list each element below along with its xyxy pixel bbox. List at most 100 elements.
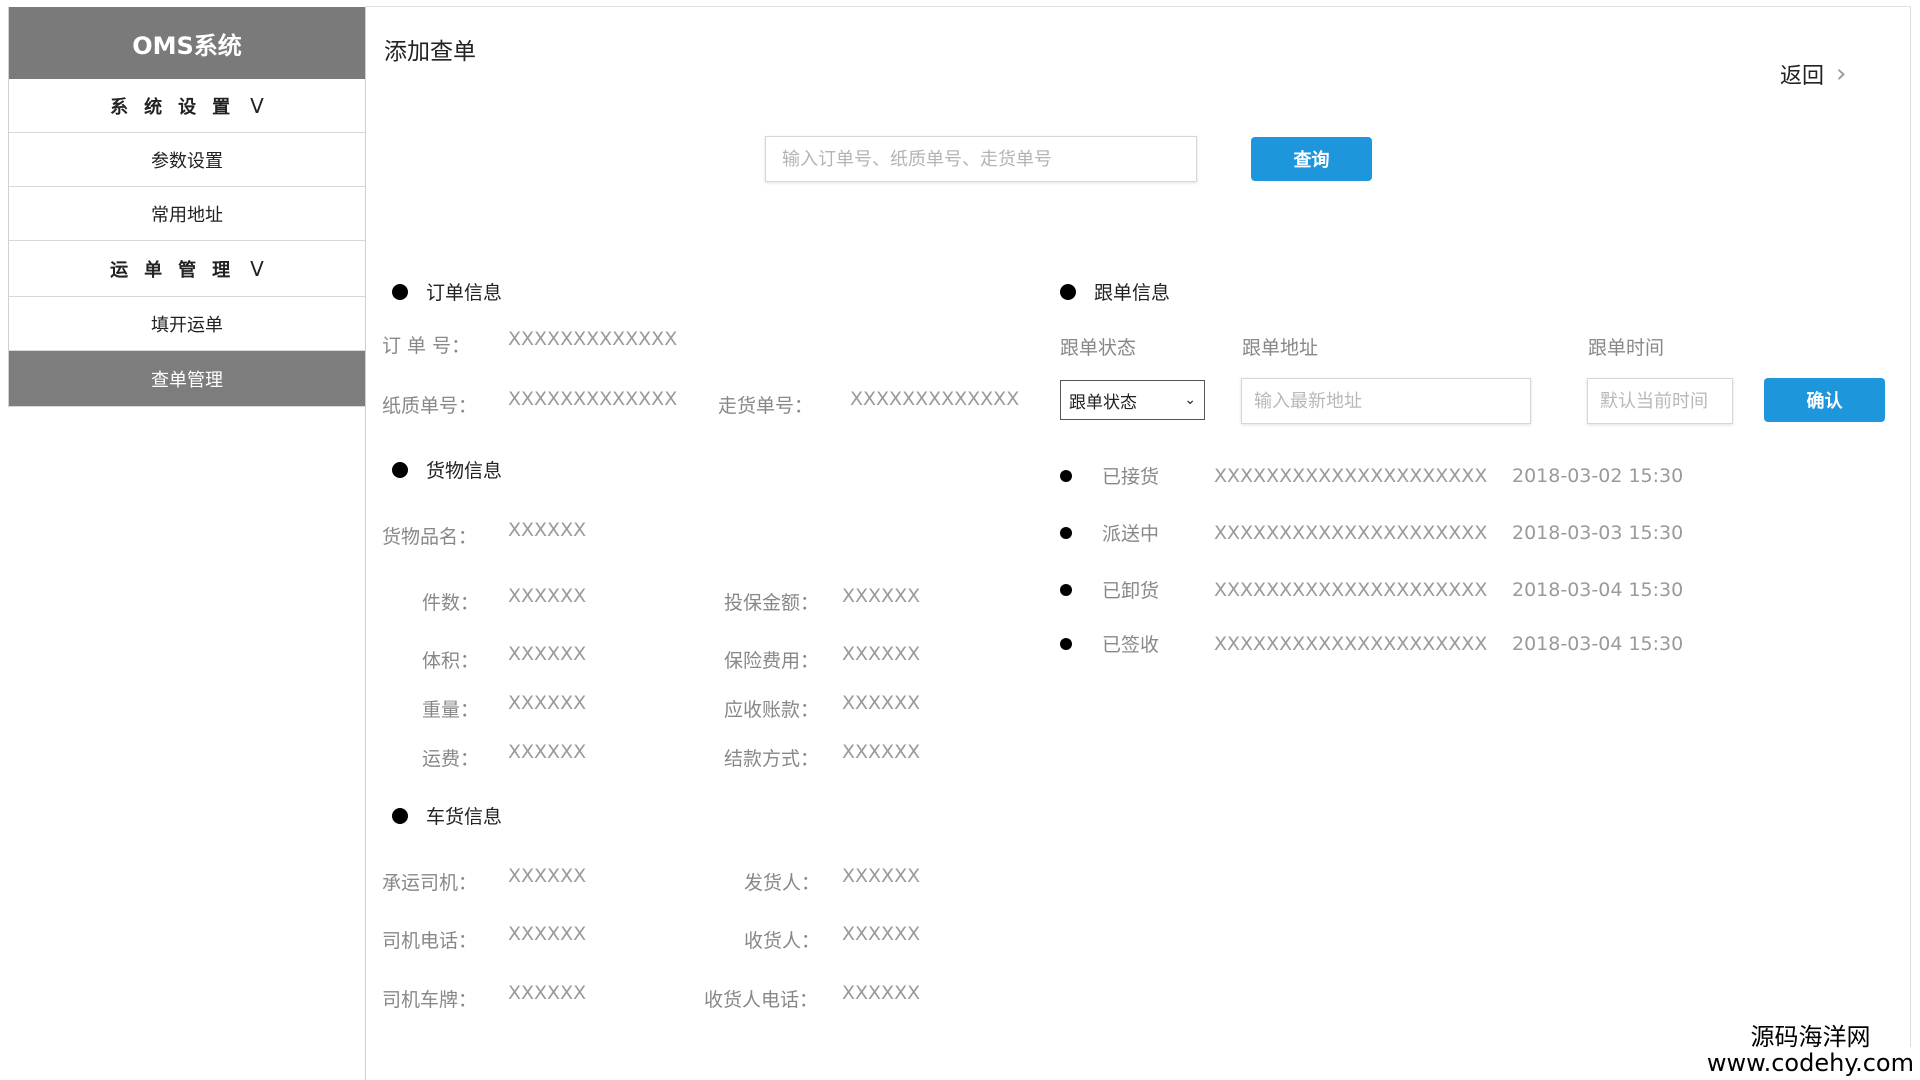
sidebar-item-label: 运单管理 xyxy=(110,259,247,281)
freight-no-value: XXXXXXXXXXXXX xyxy=(850,388,1020,410)
bullet-icon xyxy=(392,283,408,300)
tracking-info-heading: 跟单信息 xyxy=(1060,278,1170,305)
bullet-icon xyxy=(392,807,408,824)
receivable-value: XXXXXX xyxy=(842,692,921,714)
bullet-icon xyxy=(392,461,408,478)
query-button[interactable]: 查询 xyxy=(1251,137,1372,181)
section-title: 订单信息 xyxy=(426,282,503,304)
insurance-fee-label: 保险费用： xyxy=(724,650,820,672)
consignee-value: XXXXXX xyxy=(842,923,921,945)
chevron-down-icon: V xyxy=(250,93,264,118)
tracking-address-input[interactable] xyxy=(1241,378,1531,424)
paper-no-label: 纸质单号： xyxy=(382,395,478,417)
insured-amount-value: XXXXXX xyxy=(842,585,921,607)
content-left-border xyxy=(365,7,366,1080)
watermark-line2: www.codehy.com xyxy=(1706,1049,1914,1077)
plate-value: XXXXXX xyxy=(508,982,587,1004)
order-no-value: XXXXXXXXXXXXX xyxy=(508,328,678,350)
tracking-address: XXXXXXXXXXXXXXXXXXXXX xyxy=(1214,464,1488,487)
chevron-down-icon: ⌄ xyxy=(1184,392,1196,408)
back-button[interactable]: 返回 › xyxy=(1780,58,1846,90)
tracking-address-column-label: 跟单地址 xyxy=(1242,337,1319,359)
tracking-status: 派送中 xyxy=(1102,523,1160,545)
driver-value: XXXXXX xyxy=(508,865,587,887)
tracking-time-input[interactable] xyxy=(1587,378,1733,424)
tracking-address: XXXXXXXXXXXXXXXXXXXXX xyxy=(1214,632,1488,655)
sidebar-group-system-settings[interactable]: 系统设置 V xyxy=(9,79,365,133)
consignee-label: 收货人： xyxy=(744,930,821,952)
goods-name-label: 货物品名： xyxy=(382,526,478,548)
vehicle-info-heading: 车货信息 xyxy=(392,802,502,829)
consignee-phone-value: XXXXXX xyxy=(842,982,921,1004)
freight-no-label: 走货单号： xyxy=(718,395,814,417)
shipper-value: XXXXXX xyxy=(842,865,921,887)
goods-info-heading: 货物信息 xyxy=(392,456,502,483)
section-title: 车货信息 xyxy=(426,806,503,828)
volume-label: 体积： xyxy=(422,650,480,672)
page-title: 添加查单 xyxy=(384,39,476,65)
tracking-status: 已签收 xyxy=(1102,634,1160,656)
order-info-heading: 订单信息 xyxy=(392,278,502,305)
driver-label: 承运司机： xyxy=(382,872,478,894)
tracking-status-column-label: 跟单状态 xyxy=(1060,337,1137,359)
paper-no-value: XXXXXXXXXXXXX xyxy=(508,388,678,410)
freight-fee-label: 运费： xyxy=(422,748,480,770)
section-title: 跟单信息 xyxy=(1094,282,1171,304)
tracking-address: XXXXXXXXXXXXXXXXXXXXX xyxy=(1214,578,1488,601)
insured-amount-label: 投保金额： xyxy=(724,592,820,614)
back-label: 返回 xyxy=(1780,64,1825,89)
tracking-time: 2018-03-03 15:30 xyxy=(1512,521,1684,544)
shipper-label: 发货人： xyxy=(744,872,821,894)
sidebar-item-label: 系统设置 xyxy=(110,96,247,118)
tracking-status: 已接货 xyxy=(1102,466,1160,488)
sidebar-item-create-waybill[interactable]: 填开运单 xyxy=(9,297,365,351)
tracking-row: 已签收 XXXXXXXXXXXXXXXXXXXXX 2018-03-04 15:… xyxy=(1060,630,1683,657)
volume-value: XXXXXX xyxy=(508,643,587,665)
bullet-icon xyxy=(1060,469,1072,482)
pieces-value: XXXXXX xyxy=(508,585,587,607)
sidebar: OMS系统 系统设置 V 参数设置 常用地址 运单管理 V 填开运单 查单管理 xyxy=(8,7,365,407)
select-value: 跟单状态 xyxy=(1069,392,1137,413)
payment-method-label: 结款方式： xyxy=(724,748,820,770)
bullet-icon xyxy=(1060,637,1072,650)
confirm-button[interactable]: 确认 xyxy=(1764,378,1885,422)
goods-name-value: XXXXXX xyxy=(508,519,587,541)
sidebar-item-common-address[interactable]: 常用地址 xyxy=(9,187,365,241)
tracking-row: 派送中 XXXXXXXXXXXXXXXXXXXXX 2018-03-03 15:… xyxy=(1060,519,1683,546)
bullet-icon xyxy=(1060,526,1072,539)
sidebar-item-query-management[interactable]: 查单管理 xyxy=(9,351,365,407)
tracking-status: 已卸货 xyxy=(1102,580,1160,602)
pieces-label: 件数： xyxy=(422,592,480,614)
driver-phone-value: XXXXXX xyxy=(508,923,587,945)
tracking-row: 已卸货 XXXXXXXXXXXXXXXXXXXXX 2018-03-04 15:… xyxy=(1060,576,1683,603)
payment-method-value: XXXXXX xyxy=(842,741,921,763)
section-title: 货物信息 xyxy=(426,460,503,482)
tracking-time: 2018-03-04 15:30 xyxy=(1512,632,1684,655)
content-right-border xyxy=(1910,7,1911,1047)
chevron-down-icon: V xyxy=(250,256,264,281)
app-logo: OMS系统 xyxy=(9,7,365,79)
weight-value: XXXXXX xyxy=(508,692,587,714)
receivable-label: 应收账款： xyxy=(724,699,820,721)
sidebar-item-parameter-settings[interactable]: 参数设置 xyxy=(9,133,365,187)
weight-label: 重量： xyxy=(422,699,480,721)
bullet-icon xyxy=(1060,583,1072,596)
tracking-row: 已接货 XXXXXXXXXXXXXXXXXXXXX 2018-03-02 15:… xyxy=(1060,462,1683,489)
watermark-line1: 源码海洋网 xyxy=(1750,1023,1871,1051)
consignee-phone-label: 收货人电话： xyxy=(704,989,819,1011)
insurance-fee-value: XXXXXX xyxy=(842,643,921,665)
freight-fee-value: XXXXXX xyxy=(508,741,587,763)
tracking-time: 2018-03-04 15:30 xyxy=(1512,578,1684,601)
sidebar-group-waybill-management[interactable]: 运单管理 V xyxy=(9,241,365,297)
driver-phone-label: 司机电话： xyxy=(382,930,478,952)
bullet-icon xyxy=(1060,283,1076,300)
tracking-status-select[interactable]: 跟单状态 ⌄ xyxy=(1060,380,1205,420)
order-no-label: 订 单 号： xyxy=(382,335,471,357)
plate-label: 司机车牌： xyxy=(382,989,478,1011)
tracking-address: XXXXXXXXXXXXXXXXXXXXX xyxy=(1214,521,1488,544)
watermark: 源码海洋网 www.codehy.com xyxy=(1707,1024,1914,1076)
search-input[interactable] xyxy=(765,136,1197,182)
tracking-time-column-label: 跟单时间 xyxy=(1588,337,1665,359)
chevron-right-icon: › xyxy=(1836,59,1847,89)
content-top-border xyxy=(365,6,1911,7)
